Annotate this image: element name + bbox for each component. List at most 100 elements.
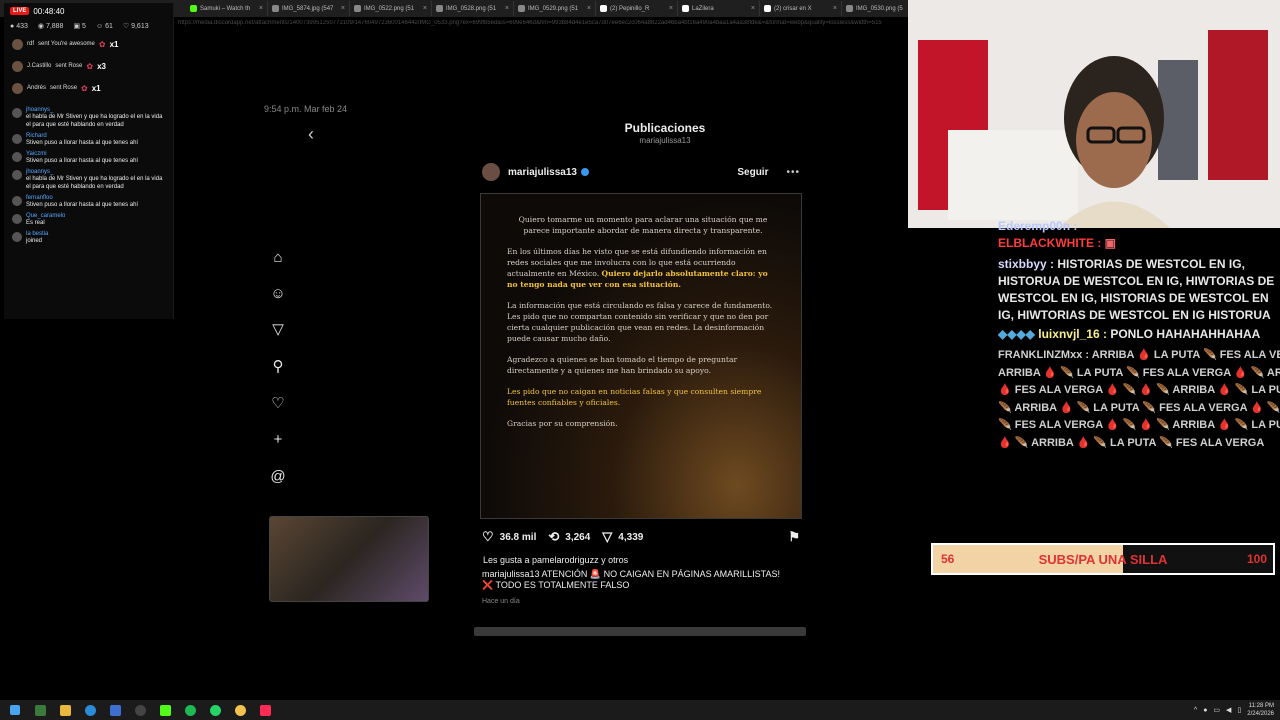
close-icon[interactable]: × xyxy=(587,5,591,12)
browser-tab[interactable]: Samuki – Watch th × xyxy=(186,1,268,16)
chat-message: jhoannys_ el habla de Mr Stiven y que ha … xyxy=(4,167,173,193)
gift-event: Andrés sent Rose ✿ x1 xyxy=(4,77,173,99)
clock[interactable]: 11:28 PM 2/24/2026 xyxy=(1247,702,1274,718)
page-subtitle: mariajulissa13 xyxy=(639,136,691,145)
taskbar-app-whatsapp[interactable] xyxy=(205,700,225,720)
chat-message: la bestia joined xyxy=(4,229,173,247)
system-tray: ^ ● ▭ ◀ ▯ 11:28 PM 2/24/2026 xyxy=(1194,702,1280,718)
chat-text: joined xyxy=(26,238,43,244)
browser-tab[interactable]: IMG_0530.png (5× xyxy=(842,1,910,16)
picture-in-picture-video[interactable] xyxy=(269,516,429,602)
like-icon[interactable]: ♡ xyxy=(482,529,494,545)
threads-icon[interactable]: @ xyxy=(268,467,288,487)
chat-message: Que_caramelo Es real xyxy=(4,211,173,229)
gift-count: x1 xyxy=(91,83,101,93)
taskbar-app-tiktok[interactable] xyxy=(255,700,275,720)
browser-tab[interactable]: IMG_5874.jpg (547 × xyxy=(268,1,350,16)
post-paragraph-4: Agradezco a quienes se han tomado el tie… xyxy=(507,355,738,375)
rose-icon: ✿ xyxy=(81,83,88,93)
chat-line: ELBLACKWHITE : ▣ xyxy=(998,236,1117,250)
followers-count: ☺ 61 xyxy=(95,22,113,30)
taskbar-app-spotify[interactable] xyxy=(180,700,200,720)
chat-text: Stiven puso a llorar hasta al que tenes … xyxy=(26,158,139,164)
avatar xyxy=(12,38,23,50)
tab-title: IMG_5874.jpg (547 xyxy=(282,5,334,12)
post-image[interactable]: Quiero tomarme un momento para aclarar u… xyxy=(480,193,802,519)
taskbar-app-explorer[interactable] xyxy=(55,700,75,720)
avatar xyxy=(12,232,22,242)
close-icon[interactable]: × xyxy=(259,5,263,12)
battery-icon[interactable]: ▯ xyxy=(1237,706,1241,714)
views-count: ◉ 7,888 xyxy=(37,23,64,30)
close-icon[interactable]: × xyxy=(341,5,345,12)
profile-icon[interactable]: ☺ xyxy=(268,284,288,304)
person-icon: ● xyxy=(10,22,15,30)
eye-icon: ◉ xyxy=(37,23,44,30)
network-icon[interactable]: ▭ xyxy=(1213,706,1220,714)
favicon-icon xyxy=(846,5,853,12)
gift-text: sent Rose xyxy=(50,85,78,91)
taskbar-app-obs[interactable] xyxy=(130,700,150,720)
share-count: 4,339 xyxy=(618,531,644,543)
stream-stats-row: ● 433 ◉ 7,888 ▣ 5 ☺ 61 ♡ 9,613 xyxy=(4,19,173,33)
chat-line: 🪶 FES ALA VERGA 🩸 🪶 🩸 🪶 ARRIBA 🩸 🪶 LA PU… xyxy=(998,419,1280,431)
taskbar-app-edge[interactable] xyxy=(80,700,100,720)
gift-event: J.Castillo sent Rose ✿ x3 xyxy=(4,55,173,77)
post-username[interactable]: mariajulissa13 xyxy=(508,167,577,178)
more-options-icon[interactable]: ••• xyxy=(786,167,800,178)
create-icon[interactable]: + xyxy=(268,430,288,450)
taskbar-app-store[interactable] xyxy=(105,700,125,720)
favicon-icon xyxy=(272,5,279,12)
taskbar-app-kick[interactable] xyxy=(155,700,175,720)
start-button[interactable] xyxy=(5,700,25,720)
browser-tab[interactable]: LaZilera × xyxy=(678,1,760,16)
browser-tab[interactable]: IMG_0522.png (51 × xyxy=(350,1,432,16)
close-icon[interactable]: × xyxy=(751,5,755,12)
stream-timer: 00:48:40 xyxy=(33,6,65,16)
heart-icon[interactable]: ♡ xyxy=(268,394,288,414)
next-post-preview[interactable] xyxy=(474,627,806,636)
tab-title: LaZilera xyxy=(692,5,714,12)
favicon-icon xyxy=(682,5,689,12)
favicon-icon xyxy=(518,5,525,12)
microphone-icon[interactable]: ● xyxy=(1203,707,1207,714)
chat-text: Stiven puso a llorar hasta al que tenes … xyxy=(26,202,139,208)
post-time: Hace un día xyxy=(482,598,520,605)
home-icon[interactable]: ⌂ xyxy=(268,248,288,268)
stream-chat-overlay: LIVE 00:48:40 ● 433 ◉ 7,888 ▣ 5 ☺ 61 ♡ 9… xyxy=(4,3,174,319)
share-icon[interactable]: ▽ xyxy=(602,529,612,545)
address-bar[interactable]: https://media.discordapp.net/attachments… xyxy=(174,20,910,32)
emote-icon: ▣ xyxy=(1104,236,1117,250)
browser-tab[interactable]: IMG_0528.png (51 × xyxy=(432,1,514,16)
spam-messages: FRANKLINZMxx : ARRIBA 🩸 LA PUTA 🪶 FES AL… xyxy=(998,347,1280,452)
gift-count: ▣ 5 xyxy=(73,23,86,30)
close-icon[interactable]: × xyxy=(505,5,509,12)
close-icon[interactable]: × xyxy=(669,5,673,12)
chat-line: 🩸 🪶 ARRIBA 🩸 🪶 LA PUTA 🪶 FES ALA VERGA xyxy=(998,436,1265,449)
avatar xyxy=(12,60,23,72)
close-icon[interactable]: × xyxy=(423,5,427,12)
chat-line: 🩸 FES ALA VERGA 🩸 🪶 🩸 🪶 ARRIBA 🩸 🪶 LA PU… xyxy=(998,384,1280,396)
verified-badge-icon xyxy=(580,168,589,176)
taskbar-app-chrome[interactable] xyxy=(230,700,250,720)
tab-title: IMG_0529.png (51 xyxy=(528,5,579,12)
chat-line: ARRIBA 🩸 🪶 LA PUTA 🪶 FES ALA VERGA 🩸 🪶 A… xyxy=(998,366,1280,379)
chevron-up-icon[interactable]: ^ xyxy=(1194,707,1197,714)
gift-user: J.Castillo xyxy=(27,63,52,69)
liked-by[interactable]: Les gusta a pamelarodriguzz y otros xyxy=(483,555,793,565)
close-icon[interactable]: × xyxy=(833,5,837,12)
send-icon[interactable]: ▽ xyxy=(268,320,288,340)
taskbar-app-terminal[interactable] xyxy=(30,700,50,720)
follow-button[interactable]: Seguir xyxy=(737,167,768,178)
repost-icon[interactable]: ⟲ xyxy=(548,529,559,545)
tab-title: Samuki – Watch th xyxy=(200,5,251,12)
search-icon[interactable]: ⚲ xyxy=(268,357,288,377)
browser-tab[interactable]: (2) crisar en X × xyxy=(760,1,842,16)
bookmark-icon[interactable]: ⚑ xyxy=(788,529,800,545)
browser-tab[interactable]: IMG_0529.png (51 × xyxy=(514,1,596,16)
volume-icon[interactable]: ◀ xyxy=(1226,706,1231,714)
back-arrow-icon[interactable]: ‹ xyxy=(308,124,328,144)
avatar[interactable] xyxy=(482,163,500,181)
browser-tab[interactable]: (2) Pepinillo_R × xyxy=(596,1,678,16)
webcam-scene xyxy=(908,0,1280,228)
